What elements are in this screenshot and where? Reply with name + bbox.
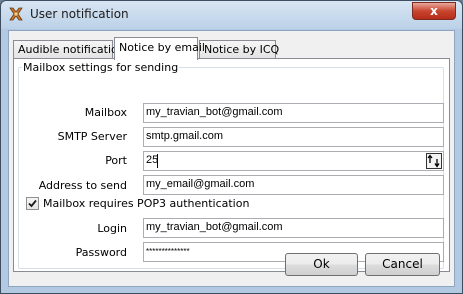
tab-label: Notice by ICQ — [204, 43, 280, 56]
spin-updown-button[interactable] — [426, 153, 442, 169]
updown-arrows-icon — [427, 154, 440, 168]
checkmark-icon — [28, 199, 37, 208]
group-caption: Mailbox settings for sending — [22, 61, 180, 74]
text-caret — [157, 154, 158, 168]
close-button[interactable]: x — [412, 2, 456, 20]
mailbox-settings-group: Mailbox settings for sending Mailbox my_… — [18, 61, 444, 269]
app-icon — [9, 7, 23, 21]
title-bar[interactable]: User notification x — [1, 1, 462, 29]
login-label: Login — [97, 222, 127, 235]
address-label: Address to send — [38, 179, 127, 192]
window-title: User notification — [30, 7, 129, 21]
tab-label: Notice by email — [119, 41, 205, 54]
tab-notice-by-icq[interactable]: Notice by ICQ — [199, 40, 280, 59]
mailbox-label: Mailbox — [84, 106, 127, 119]
dialog-client-area: Audible notification Notice by email Not… — [8, 30, 455, 287]
cancel-button[interactable]: Cancel — [365, 253, 440, 276]
login-input[interactable]: my_travian_bot@gmail.com — [143, 218, 444, 238]
address-to-send-input[interactable]: my_email@gmail.com — [143, 175, 444, 195]
smtp-server-input[interactable]: smtp.gmail.com — [143, 127, 444, 147]
ok-button[interactable]: Ok — [285, 253, 358, 276]
tab-notice-by-email[interactable]: Notice by email — [114, 37, 205, 60]
tab-label: Audible notification — [18, 43, 125, 56]
pop3-auth-label: Mailbox requires POP3 authentication — [43, 197, 250, 210]
smtp-server-label: SMTP Server — [57, 130, 127, 143]
port-label: Port — [105, 154, 127, 167]
close-icon: x — [430, 4, 438, 18]
pop3-auth-checkbox[interactable] — [26, 197, 39, 210]
password-label: Password — [75, 246, 127, 259]
mailbox-input[interactable]: my_travian_bot@gmail.com — [143, 103, 444, 123]
tab-audible-notification[interactable]: Audible notification — [13, 40, 125, 59]
dialog-window: User notification x Audible notification… — [0, 0, 463, 294]
port-spinner[interactable]: 25 — [143, 151, 444, 171]
tab-panel-email: Mailbox settings for sending Mailbox my_… — [13, 58, 450, 272]
